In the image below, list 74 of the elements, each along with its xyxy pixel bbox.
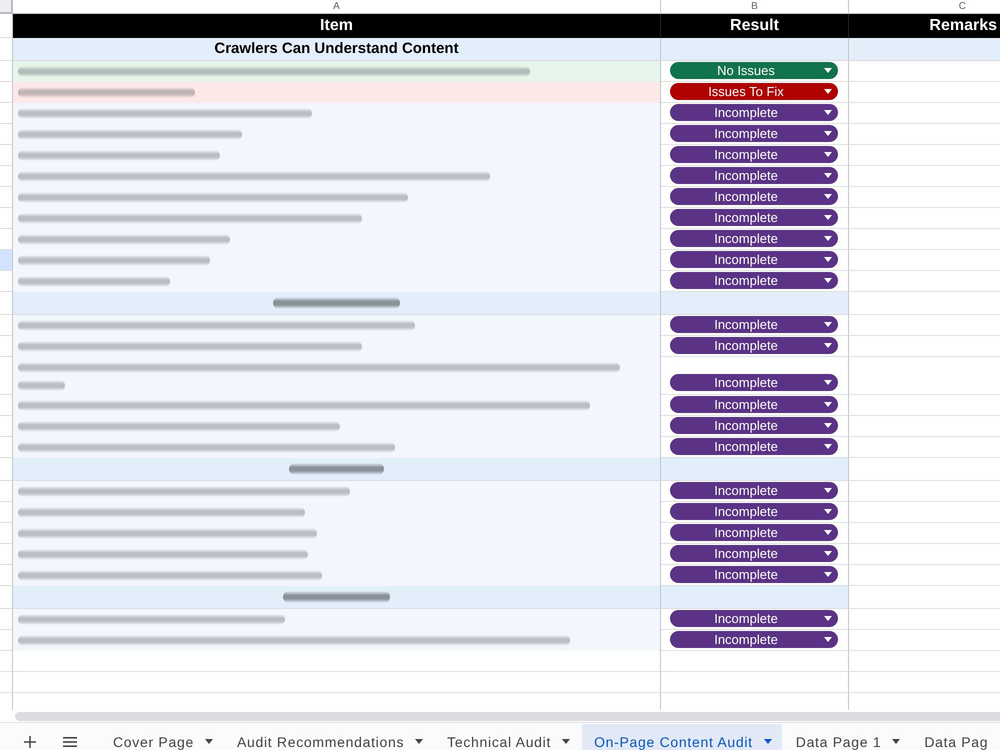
caret-icon[interactable]: [824, 572, 832, 577]
corner-cell[interactable]: [0, 0, 13, 14]
row-header[interactable]: [0, 651, 13, 672]
caret-icon[interactable]: [824, 236, 832, 241]
caret-icon[interactable]: [824, 131, 832, 136]
caret-icon[interactable]: [824, 616, 832, 621]
empty-cell[interactable]: [661, 672, 849, 693]
caret-icon[interactable]: [824, 257, 832, 262]
status-dropdown[interactable]: Incomplete: [670, 374, 838, 391]
caret-icon[interactable]: [824, 110, 832, 115]
caret-icon[interactable]: [204, 739, 213, 744]
status-dropdown[interactable]: Incomplete: [670, 337, 838, 354]
status-dropdown[interactable]: Incomplete: [670, 482, 838, 499]
status-dropdown[interactable]: Incomplete: [670, 417, 838, 434]
caret-icon[interactable]: [764, 739, 772, 744]
sheet-tab[interactable]: On-Page Content Audit: [582, 724, 782, 750]
status-dropdown[interactable]: Incomplete: [670, 125, 838, 142]
status-dropdown[interactable]: Incomplete: [670, 272, 838, 289]
caret-icon[interactable]: [824, 215, 832, 220]
empty-cell[interactable]: [13, 672, 661, 693]
header-cell: Remarks: [849, 14, 1000, 38]
caret-icon[interactable]: [824, 423, 832, 428]
caret-icon[interactable]: [824, 278, 832, 283]
empty-cell[interactable]: [661, 651, 849, 672]
status-dropdown[interactable]: Incomplete: [670, 188, 838, 205]
menu-icon[interactable]: [63, 737, 77, 747]
sheet-tab[interactable]: Audit Recommendations: [224, 724, 434, 750]
caret-icon[interactable]: [824, 488, 832, 493]
status-dropdown[interactable]: Incomplete: [670, 167, 838, 184]
header-cell: Item: [13, 14, 661, 38]
caret-icon[interactable]: [824, 530, 832, 535]
caret-icon[interactable]: [562, 739, 570, 744]
sheet-tab[interactable]: Technical Audit: [435, 724, 580, 750]
caret-icon[interactable]: [824, 173, 832, 178]
status-dropdown[interactable]: No Issues: [670, 62, 838, 79]
caret-icon[interactable]: [415, 739, 424, 744]
status-dropdown[interactable]: Incomplete: [670, 631, 838, 648]
status-dropdown[interactable]: Incomplete: [670, 610, 838, 627]
status-dropdown[interactable]: Incomplete: [670, 396, 838, 413]
caret-icon[interactable]: [824, 551, 832, 556]
status-dropdown[interactable]: Incomplete: [670, 524, 838, 541]
caret-icon[interactable]: [824, 322, 832, 327]
status-dropdown[interactable]: Incomplete: [670, 230, 838, 247]
status-dropdown[interactable]: Incomplete: [670, 251, 838, 268]
empty-cell[interactable]: [13, 651, 661, 672]
horizontal-scrollbar[interactable]: [15, 712, 1000, 721]
caret-icon[interactable]: [824, 343, 832, 348]
caret-icon[interactable]: [824, 68, 832, 73]
sheet-tab[interactable]: Cover Page: [101, 724, 223, 750]
status-dropdown[interactable]: Incomplete: [670, 146, 838, 163]
status-dropdown[interactable]: Incomplete: [670, 566, 838, 583]
status-dropdown[interactable]: Incomplete: [670, 209, 838, 226]
status-dropdown[interactable]: Issues To Fix: [670, 83, 838, 100]
caret-icon[interactable]: [824, 380, 832, 385]
caret-icon[interactable]: [824, 194, 832, 199]
status-dropdown[interactable]: Incomplete: [670, 438, 838, 455]
status-dropdown[interactable]: Incomplete: [670, 104, 838, 121]
row-header[interactable]: [0, 250, 13, 271]
sheet-tab[interactable]: Data Page 1: [784, 724, 910, 750]
status-dropdown[interactable]: Incomplete: [670, 503, 838, 520]
row-header[interactable]: [0, 672, 13, 693]
caret-icon[interactable]: [824, 444, 832, 449]
plus-icon[interactable]: [24, 736, 36, 748]
caret-icon[interactable]: [824, 152, 832, 157]
status-dropdown[interactable]: Incomplete: [670, 545, 838, 562]
section-heading: Crawlers Can Understand Content: [13, 38, 661, 61]
header-cell: Result: [661, 14, 849, 38]
sheet-tab[interactable]: Data Pag: [912, 724, 988, 750]
caret-icon[interactable]: [892, 739, 900, 744]
caret-icon[interactable]: [824, 402, 832, 407]
status-dropdown[interactable]: Incomplete: [670, 316, 838, 333]
caret-icon[interactable]: [824, 637, 832, 642]
caret-icon[interactable]: [824, 89, 832, 94]
caret-icon[interactable]: [824, 509, 832, 514]
